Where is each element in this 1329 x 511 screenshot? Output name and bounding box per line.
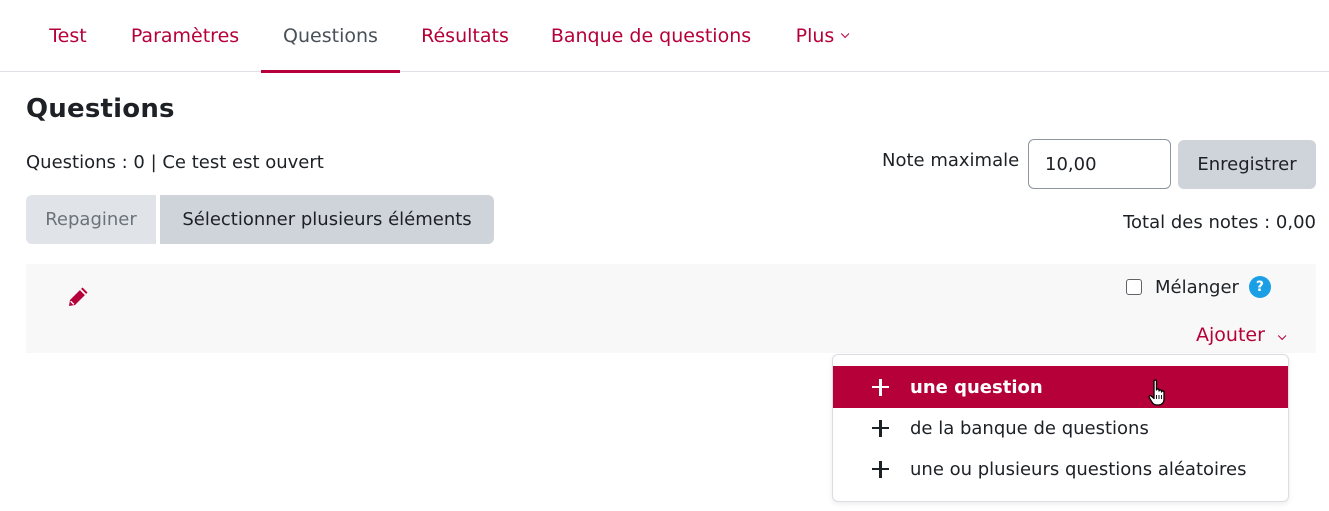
shuffle-checkbox[interactable] <box>1126 279 1142 295</box>
repaginate-button[interactable]: Repaginer <box>26 195 156 244</box>
max-grade-input[interactable] <box>1028 139 1171 189</box>
max-grade-label: Note maximale <box>882 150 1020 171</box>
pencil-icon[interactable] <box>66 285 90 309</box>
tab-label: Questions <box>283 25 378 47</box>
tab-label: Banque de questions <box>550 25 752 47</box>
tab-results[interactable]: Résultats <box>410 0 520 72</box>
tab-label: Plus <box>795 25 835 47</box>
total-grades: Total des notes : 0,00 <box>1123 212 1316 233</box>
secondary-navigation: Test Paramètres Questions Résultats Banq… <box>0 0 1329 73</box>
menu-item-label: une question <box>910 376 1043 398</box>
shuffle-label: Mélanger <box>1155 276 1239 298</box>
tab-question-bank[interactable]: Banque de questions <box>542 0 760 72</box>
menu-item-from-question-bank[interactable]: de la banque de questions <box>833 407 1288 449</box>
save-button[interactable]: Enregistrer <box>1178 140 1316 189</box>
shuffle-control: Mélanger ? <box>1126 276 1271 298</box>
add-dropdown-toggle[interactable]: Ajouter <box>1196 324 1287 346</box>
chevron-down-icon <box>841 29 850 39</box>
section-header <box>26 264 1316 353</box>
page-title: Questions <box>26 94 175 124</box>
plus-icon <box>872 419 889 437</box>
tab-questions[interactable]: Questions <box>261 0 400 73</box>
add-label: Ajouter <box>1196 324 1265 346</box>
plus-icon <box>872 378 889 396</box>
menu-item-add-question[interactable]: une question <box>833 366 1288 408</box>
tab-label: Test <box>49 25 87 47</box>
add-dropdown-menu: une question de la banque de questions u… <box>832 354 1289 502</box>
plus-icon <box>872 460 889 478</box>
tab-settings[interactable]: Paramètres <box>120 0 250 72</box>
quiz-questions-page: Test Paramètres Questions Résultats Banq… <box>0 0 1329 511</box>
question-mark-icon[interactable]: ? <box>1248 276 1271 298</box>
questions-status-info: Questions : 0 | Ce test est ouvert <box>26 152 324 173</box>
menu-item-random-question[interactable]: une ou plusieurs questions aléatoires <box>833 448 1288 490</box>
tab-label: Résultats <box>421 25 509 47</box>
tab-test[interactable]: Test <box>26 0 110 72</box>
tab-label: Paramètres <box>130 25 240 47</box>
select-multiple-button[interactable]: Sélectionner plusieurs éléments <box>160 195 494 244</box>
hand-pointer-cursor-icon <box>1148 379 1165 406</box>
tab-more[interactable]: Plus <box>780 0 862 72</box>
menu-item-label: une ou plusieurs questions aléatoires <box>910 458 1247 480</box>
menu-item-label: de la banque de questions <box>910 417 1149 439</box>
